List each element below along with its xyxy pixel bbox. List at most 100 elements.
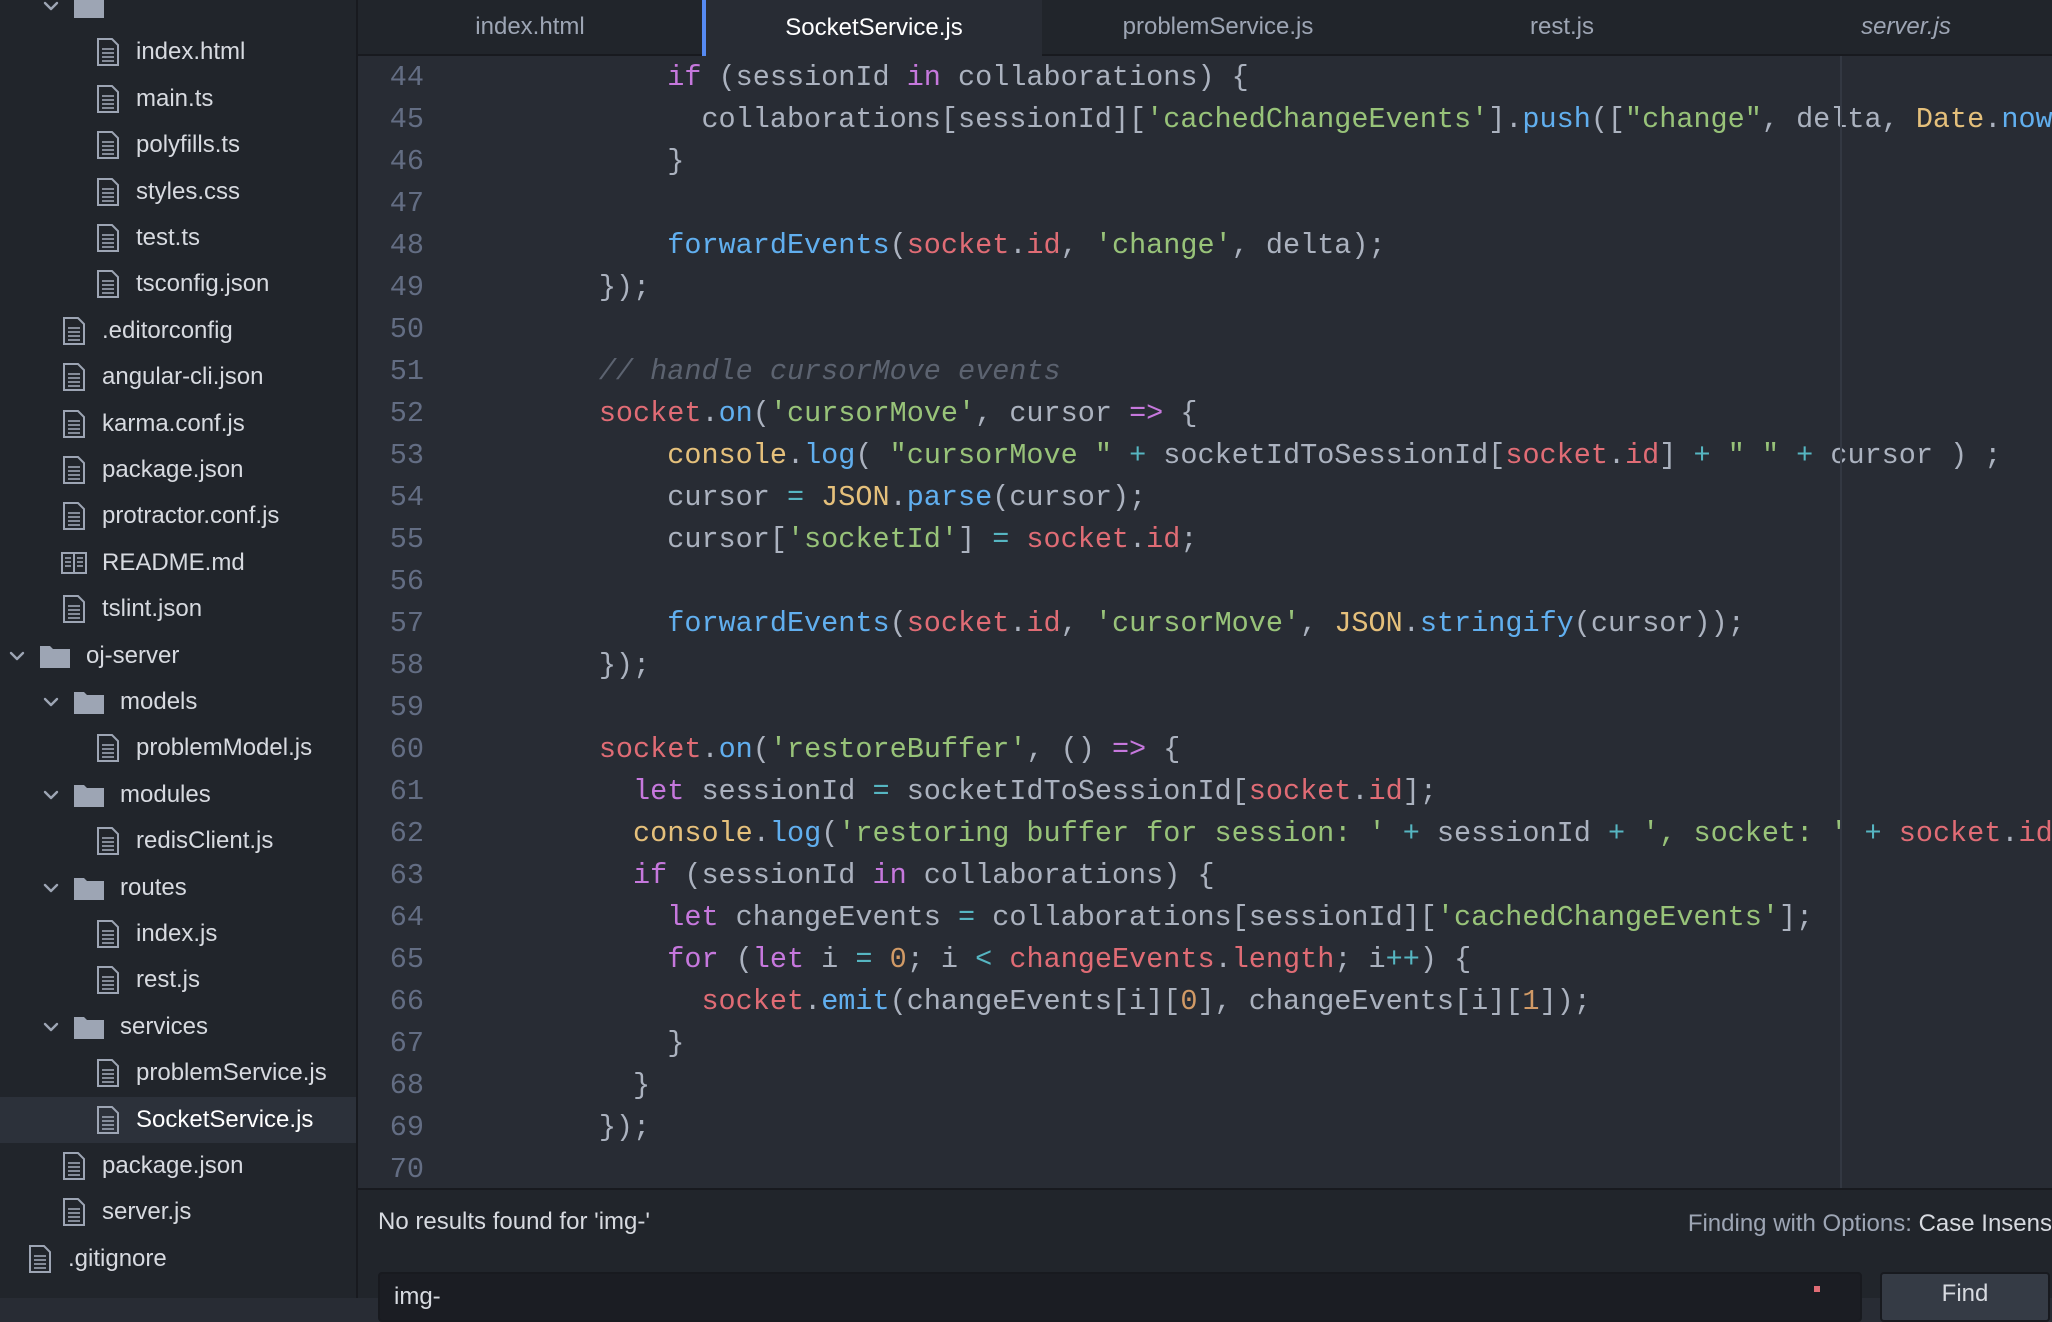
find-options-value[interactable]: Case Insens	[1919, 1210, 2052, 1237]
tree-file[interactable]: protractor.conf.js	[0, 493, 356, 539]
tree-item-label: tslint.json	[102, 595, 203, 623]
code-line[interactable]: 50	[358, 309, 2052, 351]
tree-file[interactable]: rest.js	[0, 957, 356, 1003]
tree-view[interactable]: index.html main.ts polyfills.ts styles.css t…	[0, 0, 358, 1298]
tree-folder[interactable]: routes	[0, 865, 356, 911]
tab-1[interactable]: index.html	[358, 0, 702, 54]
code-line[interactable]: 58 });	[358, 645, 2052, 687]
code-line[interactable]: 56	[358, 561, 2052, 603]
tab-5[interactable]: server.js	[1734, 0, 2052, 54]
code-token: +	[1607, 817, 1626, 850]
code-token: .	[889, 481, 907, 514]
code-token: (	[855, 439, 890, 472]
line-number: 45	[389, 103, 424, 136]
tree-file[interactable]: test.ts	[0, 215, 356, 261]
code-line[interactable]: 46 }	[358, 141, 2052, 183]
find-options-label: Finding with Options:	[1687, 1210, 1912, 1237]
code-token: length	[1231, 943, 1335, 976]
tree-file[interactable]: problemService.js	[0, 1050, 356, 1096]
code-line[interactable]: 70	[358, 1149, 2052, 1188]
code-line[interactable]: 64 let changeEvents = collaborations[ses…	[358, 897, 2052, 939]
tree-file[interactable]: redisClient.js	[0, 818, 356, 864]
tab-4[interactable]: rest.js	[1390, 0, 1734, 54]
tree-folder[interactable]: models	[0, 679, 356, 725]
code-line[interactable]: 65 for (let i = 0; i < changeEvents.leng…	[358, 939, 2052, 981]
line-number: 61	[389, 775, 424, 808]
tree-file[interactable]: server.js	[0, 1189, 356, 1235]
code-line[interactable]: 53 console.log( "cursorMove " + socketId…	[358, 435, 2052, 477]
tree-file[interactable]: package.json	[0, 1143, 356, 1189]
line-number: 49	[389, 271, 424, 304]
code-token: "cursorMove "	[889, 439, 1112, 472]
code-token: log	[804, 439, 856, 472]
chevron-down-icon[interactable]	[40, 1016, 62, 1038]
tree-file[interactable]: problemModel.js	[0, 725, 356, 771]
tree-file[interactable]: package.json	[0, 447, 356, 493]
chevron-down-icon[interactable]	[6, 645, 28, 667]
tree-file[interactable]: main.ts	[0, 76, 356, 122]
tree-folder[interactable]: modules	[0, 772, 356, 818]
code-token: 'cursorMove'	[1094, 607, 1301, 640]
code-line[interactable]: 49 });	[358, 267, 2052, 309]
code-line[interactable]: 54 cursor = JSON.parse(cursor);	[358, 477, 2052, 519]
code-line[interactable]: 55 cursor['socketId'] = socket.id;	[358, 519, 2052, 561]
code-token: socket	[1505, 439, 1608, 472]
code-line[interactable]: 51 // handle cursorMove events	[358, 351, 2052, 393]
code-line[interactable]: 69 });	[358, 1107, 2052, 1149]
code-line[interactable]: 52 socket.on('cursorMove', cursor => {	[358, 393, 2052, 435]
chevron-down-icon[interactable]	[40, 784, 62, 806]
code-token: 0	[889, 943, 907, 976]
tree-folder[interactable]	[0, 0, 356, 29]
tree-folder[interactable]: oj-server	[0, 633, 356, 679]
chevron-down-icon[interactable]	[40, 691, 62, 713]
code-line[interactable]: 67 }	[358, 1023, 2052, 1065]
tree-file[interactable]: README.md	[0, 540, 356, 586]
code-line[interactable]: 45 collaborations[sessionId]['cachedChan…	[358, 99, 2052, 141]
code-line[interactable]: 47	[358, 183, 2052, 225]
tab-label: problemService.js	[1122, 13, 1314, 40]
tree-file[interactable]: SocketService.js	[0, 1096, 356, 1143]
code-line[interactable]: 62 console.log('restoring buffer for ses…	[358, 813, 2052, 855]
code-line[interactable]: 48 forwardEvents(socket.id, 'change', de…	[358, 225, 2052, 267]
tab-3[interactable]: problemService.js	[1046, 0, 1390, 54]
tree-file[interactable]: angular-cli.json	[0, 354, 356, 400]
tab-2[interactable]: SocketService.js	[702, 0, 1042, 56]
tree-file[interactable]: index.html	[0, 29, 356, 75]
chevron-down-icon[interactable]	[40, 0, 62, 17]
code-line[interactable]: 59	[358, 687, 2052, 729]
tree-file[interactable]: styles.css	[0, 169, 356, 215]
code-token: socketIdToSessionId[	[1146, 439, 1506, 472]
code-line[interactable]: 61 let sessionId = socketIdToSessionId[s…	[358, 771, 2052, 813]
find-input[interactable]	[378, 1272, 1862, 1322]
code-line[interactable]: 66 socket.emit(changeEvents[i][0], chang…	[358, 981, 2052, 1023]
tree-file[interactable]: .editorconfig	[0, 308, 356, 354]
tree-file[interactable]: index.js	[0, 911, 356, 957]
line-number: 44	[389, 61, 424, 94]
code-token: .	[1214, 943, 1232, 976]
line-number: 66	[389, 985, 424, 1018]
tree-file[interactable]: polyfills.ts	[0, 122, 356, 168]
code-token: =	[872, 775, 890, 808]
tree-file[interactable]: karma.conf.js	[0, 401, 356, 447]
code-text: }	[462, 141, 684, 183]
find-button[interactable]: Find	[1880, 1272, 2050, 1322]
code-line[interactable]: 44 if (sessionId in collaborations) {	[358, 57, 2052, 99]
chevron-down-icon[interactable]	[40, 877, 62, 899]
code-text: cursor = JSON.parse(cursor);	[462, 477, 1146, 519]
tree-file[interactable]: tsconfig.json	[0, 261, 356, 307]
book-icon	[60, 548, 88, 578]
tree-folder[interactable]: services	[0, 1004, 356, 1050]
tree-file[interactable]: .gitignore	[0, 1236, 356, 1282]
code-token: +	[1129, 439, 1147, 472]
code-line[interactable]: 63 if (sessionId in collaborations) {	[358, 855, 2052, 897]
tree-item-label: index.html	[136, 38, 246, 66]
code-line[interactable]: 57 forwardEvents(socket.id, 'cursorMove'…	[358, 603, 2052, 645]
line-number: 69	[389, 1111, 424, 1144]
code-editor[interactable]: 44 if (sessionId in collaborations) {45 …	[358, 56, 2052, 1188]
code-line[interactable]: 68 }	[358, 1065, 2052, 1107]
tree-file[interactable]: tslint.json	[0, 586, 356, 632]
code-line[interactable]: 60 socket.on('restoreBuffer', () => {	[358, 729, 2052, 771]
file-text-icon	[60, 316, 88, 346]
code-token: if	[633, 859, 668, 892]
